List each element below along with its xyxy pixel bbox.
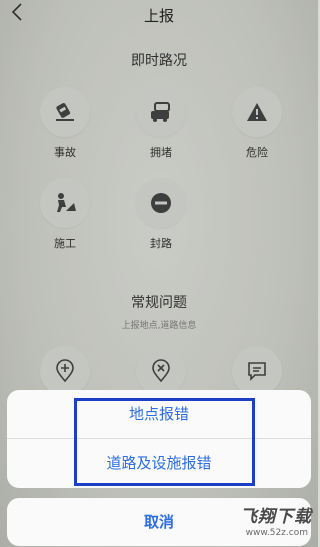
watermark: 飞翔下载 www.52z.com <box>232 500 312 544</box>
watermark-url: www.52z.com <box>245 528 308 538</box>
annotation-highlight-box <box>74 398 255 486</box>
watermark-logo: 飞翔下载 <box>240 507 312 527</box>
